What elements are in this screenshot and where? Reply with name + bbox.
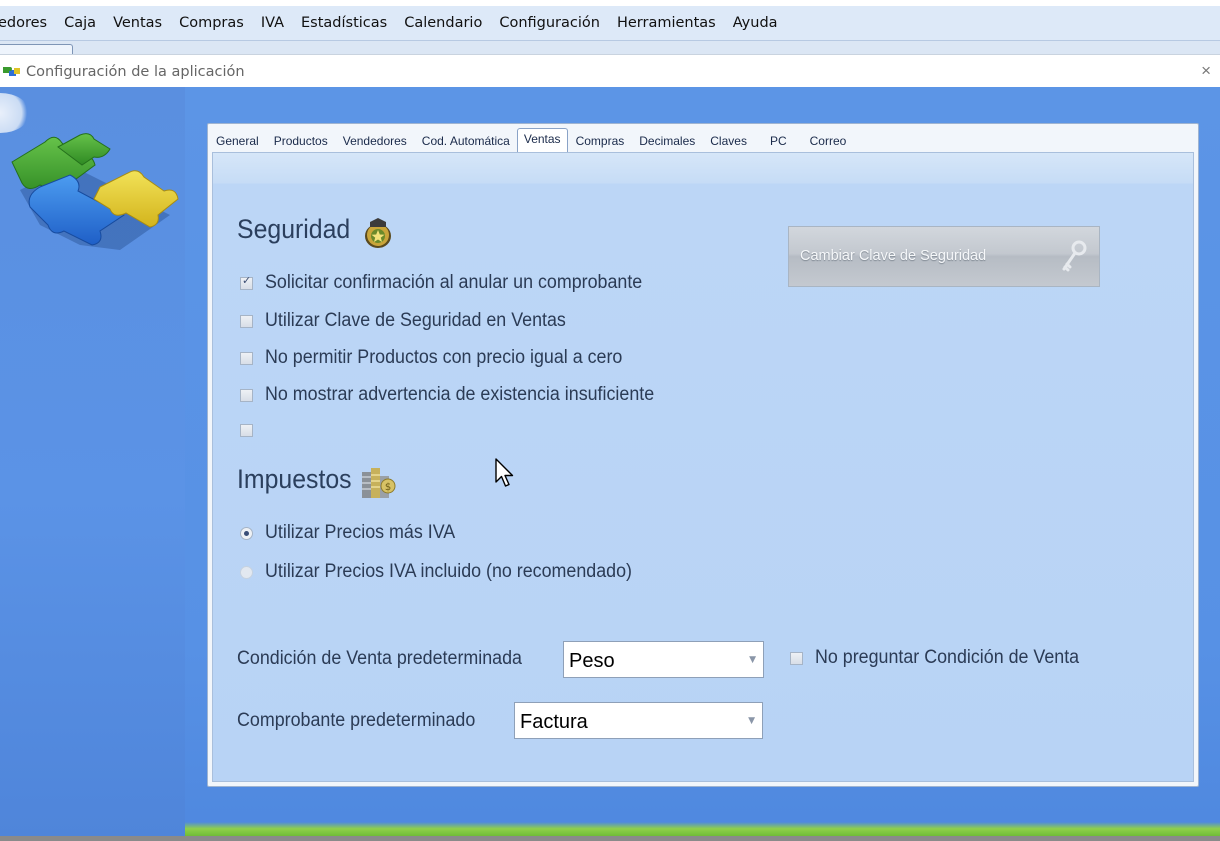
menu-calendario[interactable]: Calendario (404, 15, 482, 31)
comprobante-select[interactable]: Factura ▼ (514, 702, 763, 739)
menu-iva[interactable]: IVA (261, 15, 284, 31)
status-border (0, 836, 1220, 841)
opt-precios-iva-incluido-label: Utilizar Precios IVA incluido (no recome… (265, 561, 632, 582)
menu-estadisticas[interactable]: Estadísticas (301, 15, 387, 31)
tab-correo[interactable]: Correo (802, 134, 854, 152)
puzzle-logo-icon (11, 133, 179, 250)
opt-clave-seguridad-ventas[interactable]: Utilizar Clave de Seguridad en Ventas (240, 310, 585, 332)
opt-precios-mas-iva-label: Utilizar Precios más IVA (265, 522, 456, 543)
checkbox-existencia-insuficiente[interactable] (240, 388, 253, 402)
chevron-down-icon: ▼ (749, 655, 756, 665)
tab-cod-automatica[interactable]: Cod. Automática (414, 134, 517, 152)
menu-caja[interactable]: Caja (64, 15, 96, 31)
cambiar-clave-button[interactable]: Cambiar Clave de Seguridad (788, 226, 1100, 287)
toolbar-strip (0, 41, 1220, 54)
impuestos-heading: Impuestos (237, 464, 352, 495)
opt-solicitar-confirmacion-label: Solicitar confirmación al anular un comp… (265, 272, 643, 293)
tab-decimales[interactable]: Decimales (631, 134, 702, 152)
coins-icon: $ (362, 468, 396, 498)
tab-claves[interactable]: Claves (702, 134, 762, 152)
seguridad-heading: Seguridad (237, 214, 350, 245)
menu-compras[interactable]: Compras (179, 15, 244, 31)
window-title-bar: Configuración de la aplicación × (0, 54, 1220, 88)
tab-general[interactable]: General (208, 134, 266, 152)
opt-no-preguntar-condicion[interactable]: No preguntar Condición de Venta (790, 647, 1096, 669)
impuestos-heading-text: Impuestos (237, 464, 352, 494)
condicion-venta-select[interactable]: Peso ▼ (563, 641, 764, 678)
police-badge-icon (365, 218, 391, 248)
grass-decoration (185, 822, 1220, 837)
sidebar (0, 87, 185, 837)
checkbox-solicitar-confirmacion[interactable] (240, 274, 253, 290)
settings-panel: General Productos Vendedores Cod. Automá… (207, 123, 1199, 787)
menu-herramientas[interactable]: Herramientas (617, 15, 716, 31)
menu-configuracion[interactable]: Configuración (499, 15, 600, 31)
comprobante-label: Comprobante predeterminado (237, 710, 476, 731)
radio-precios-iva-incluido[interactable] (240, 565, 253, 579)
opt-no-preguntar-condicion-label: No preguntar Condición de Venta (815, 647, 1080, 668)
condicion-venta-label: Condición de Venta predeterminada (237, 648, 522, 669)
opt-existencia-insuficiente[interactable]: No mostrar advertencia de existencia ins… (240, 384, 679, 406)
tab-strip: General Productos Vendedores Cod. Automá… (208, 124, 1198, 153)
opt-precio-cero-label: No permitir Productos con precio igual a… (265, 347, 623, 368)
app-puzzle-icon (3, 66, 20, 76)
menu-ventas[interactable]: Ventas (113, 15, 162, 31)
opt-precios-iva-incluido[interactable]: Utilizar Precios IVA incluido (no recome… (240, 561, 655, 583)
seguridad-heading-text: Seguridad (237, 214, 351, 244)
svg-text:$: $ (385, 482, 391, 493)
opt-existencia-insuficiente-label: No mostrar advertencia de existencia ins… (265, 384, 655, 405)
opt-precios-mas-iva[interactable]: Utilizar Precios más IVA (240, 522, 467, 544)
window-title: Configuración de la aplicación (26, 63, 245, 80)
checkbox-precio-cero[interactable] (240, 351, 253, 365)
opt-unlabeled[interactable] (240, 424, 265, 437)
opt-solicitar-confirmacion[interactable]: Solicitar confirmación al anular un comp… (240, 272, 666, 294)
menu-ayuda[interactable]: Ayuda (733, 15, 778, 31)
checkbox-unlabeled[interactable] (240, 424, 253, 437)
menu-bar: edores Caja Ventas Compras IVA Estadísti… (0, 6, 1220, 41)
tab-ventas[interactable]: Ventas (516, 128, 568, 153)
close-icon[interactable]: × (1201, 61, 1211, 81)
cambiar-clave-label: Cambiar Clave de Seguridad (800, 248, 987, 264)
checkbox-clave-seguridad-ventas[interactable] (240, 314, 253, 328)
key-icon (1062, 240, 1087, 272)
opt-precio-cero[interactable]: No permitir Productos con precio igual a… (240, 347, 645, 369)
tab-compras[interactable]: Compras (568, 134, 632, 152)
tab-pc[interactable]: PC (762, 134, 802, 152)
tab-productos[interactable]: Productos (266, 134, 335, 152)
opt-clave-seguridad-ventas-label: Utilizar Clave de Seguridad en Ventas (265, 310, 566, 331)
menu-vendedores[interactable]: edores (0, 15, 47, 31)
checkbox-no-preguntar-condicion[interactable] (790, 651, 803, 665)
chevron-down-icon: ▼ (748, 716, 755, 726)
comprobante-value: Factura (520, 711, 588, 733)
radio-precios-mas-iva[interactable] (240, 526, 253, 540)
condicion-venta-value: Peso (569, 650, 615, 672)
tab-vendedores[interactable]: Vendedores (335, 134, 414, 152)
mouse-cursor-icon (495, 458, 514, 487)
